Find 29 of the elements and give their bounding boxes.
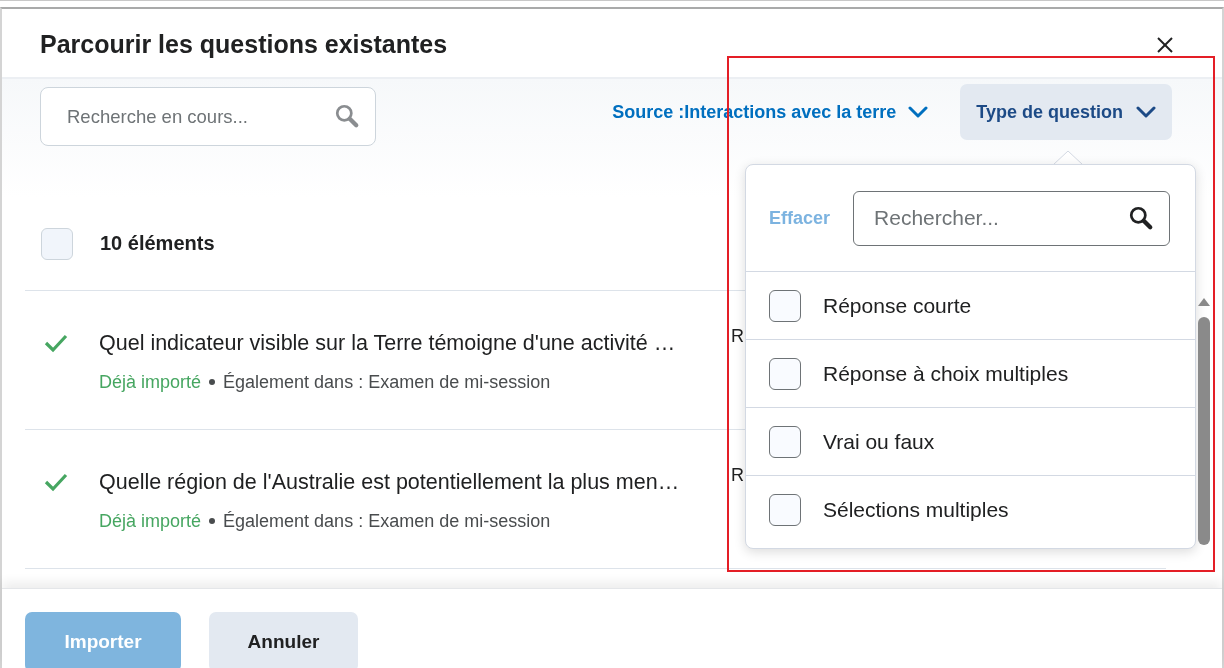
option-checkbox[interactable] <box>769 357 801 390</box>
option-label[interactable]: Sélections multiples <box>823 497 1009 522</box>
popover-search-field[interactable]: Rechercher... <box>853 190 1171 246</box>
chevron-down-icon <box>908 106 929 118</box>
import-status: Déjà importé <box>99 510 202 533</box>
question-title[interactable]: Quel indicateur visible sur la Terre témoigne d'une activité … <box>99 330 676 356</box>
select-all-checkbox[interactable] <box>41 227 73 260</box>
table-cell-text: R <box>731 325 744 348</box>
option-label[interactable]: Réponse courte <box>823 293 972 318</box>
option-checkbox[interactable] <box>769 289 801 322</box>
option-label[interactable]: Réponse à choix multiples <box>823 361 1069 386</box>
question-title[interactable]: Quelle région de l'Australie est potentiellement la plus men… <box>99 469 680 495</box>
also-in-text: Également dans : Examen de mi-session <box>223 510 551 533</box>
cancel-button[interactable]: Annuler <box>209 612 358 668</box>
also-in-text: Également dans : Examen de mi-session <box>223 371 551 394</box>
search-field[interactable]: Recherche en cours... <box>40 87 376 146</box>
search-icon[interactable] <box>1128 204 1155 231</box>
item-count: 10 éléments <box>100 232 215 255</box>
separator-dot-icon <box>209 379 216 385</box>
chevron-down-icon <box>1136 106 1156 118</box>
table-cell-text: R <box>731 464 744 487</box>
option-label[interactable]: Vrai ou faux <box>823 429 935 454</box>
option-checkbox[interactable] <box>769 425 801 458</box>
option-checkbox[interactable] <box>769 493 801 526</box>
separator-dot-icon <box>209 518 216 524</box>
close-icon[interactable] <box>1157 36 1173 53</box>
type-filter-button[interactable]: Type de question <box>960 84 1172 140</box>
import-status: Déjà importé <box>99 371 202 394</box>
dialog-title: Parcourir les questions existantes <box>40 30 448 59</box>
